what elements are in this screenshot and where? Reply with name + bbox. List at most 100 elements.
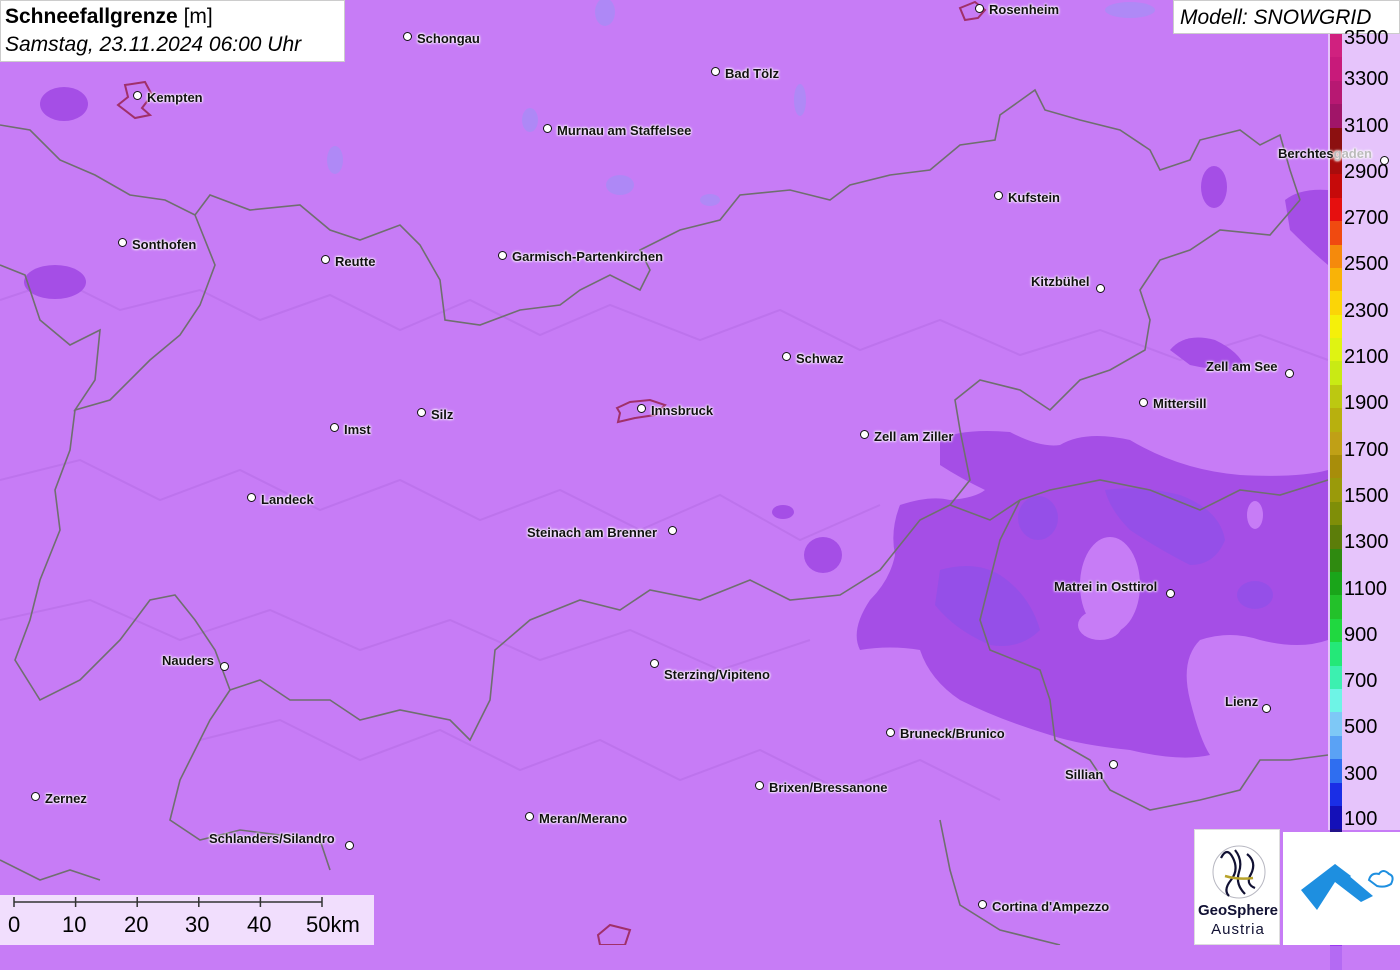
- city-marker[interactable]: [1262, 704, 1271, 713]
- geosphere-logo[interactable]: GeoSphere Austria: [1194, 829, 1280, 945]
- city-label: Cortina d'Ampezzo: [992, 899, 1110, 914]
- city-marker[interactable]: [1285, 369, 1294, 378]
- city-label: Landeck: [261, 492, 314, 507]
- city-label: Brixen/Bressanone: [769, 780, 888, 795]
- legend-label-2900: 2900: [1344, 161, 1389, 183]
- title-box: Schneefallgrenze [m] Samstag, 23.11.2024…: [0, 0, 345, 62]
- city-marker[interactable]: [417, 408, 426, 417]
- legend-label-300: 300: [1344, 763, 1378, 785]
- legend-label-700: 700: [1344, 670, 1378, 692]
- city-label: Rosenheim: [989, 2, 1060, 17]
- city-marker[interactable]: [650, 659, 659, 668]
- city-marker[interactable]: [330, 423, 339, 432]
- legend-label-3100: 3100: [1344, 115, 1389, 137]
- geosphere-country: Austria: [1211, 921, 1265, 938]
- legend-color-step: [1330, 221, 1342, 245]
- legend-label-2300: 2300: [1344, 300, 1389, 322]
- legend-color-step: [1330, 291, 1342, 315]
- city-label: Berchtesgaden: [1278, 146, 1372, 161]
- city-marker[interactable]: [403, 32, 412, 41]
- city-marker[interactable]: [1109, 760, 1118, 769]
- legend-color-step: [1330, 384, 1342, 409]
- city-label: Sonthofen: [132, 237, 197, 252]
- legend-color-step: [1330, 174, 1342, 198]
- city-marker[interactable]: [543, 124, 552, 133]
- snowgrid-logo[interactable]: [1283, 832, 1400, 945]
- city-marker[interactable]: [994, 191, 1003, 200]
- city-label: Kempten: [147, 90, 203, 105]
- legend-label-2500: 2500: [1344, 253, 1389, 275]
- city-marker[interactable]: [978, 900, 987, 909]
- legend-color-step: [1330, 548, 1342, 572]
- legend-color-step: [1330, 267, 1342, 292]
- legend-color-step: [1330, 571, 1342, 596]
- legend-label-500: 500: [1344, 716, 1378, 738]
- legend-color-step: [1330, 197, 1342, 222]
- city-marker[interactable]: [498, 251, 507, 260]
- city-label: Sillian: [1065, 767, 1104, 782]
- city-label: Reutte: [335, 254, 376, 269]
- legend-color-step: [1330, 314, 1342, 339]
- geosphere-emblem-icon: [1212, 845, 1266, 899]
- city-label: Steinach am Brenner: [527, 525, 658, 540]
- city-marker[interactable]: [118, 238, 127, 247]
- legend-label-100: 100: [1344, 808, 1378, 830]
- legend-label-1100: 1100: [1344, 578, 1388, 600]
- city-marker[interactable]: [31, 792, 40, 801]
- geosphere-name: GeoSphere: [1197, 902, 1279, 919]
- city-marker[interactable]: [755, 781, 764, 790]
- map-canvas[interactable]: [0, 0, 1400, 945]
- legend-label-2700: 2700: [1344, 207, 1389, 229]
- city-marker[interactable]: [782, 352, 791, 361]
- legend-label-3300: 3300: [1344, 68, 1389, 90]
- city-marker[interactable]: [525, 812, 534, 821]
- city-marker[interactable]: [637, 404, 646, 413]
- city-marker[interactable]: [975, 4, 984, 13]
- city-marker[interactable]: [860, 430, 869, 439]
- scale-label-20: 20: [124, 912, 149, 937]
- legend-color-step: [1330, 759, 1342, 783]
- city-label: Imst: [344, 422, 371, 437]
- city-label: Nauders: [162, 653, 215, 668]
- snow-mountain-icon: [1301, 864, 1394, 910]
- city-marker[interactable]: [321, 255, 330, 264]
- city-label: Zell am See: [1206, 359, 1278, 374]
- legend-color-step: [1330, 735, 1342, 760]
- city-label: Meran/Merano: [539, 811, 628, 826]
- city-marker[interactable]: [247, 493, 256, 502]
- city-label: Garmisch-Partenkirchen: [512, 249, 664, 264]
- city-label: Kitzbühel: [1031, 274, 1090, 289]
- city-marker[interactable]: [220, 662, 229, 671]
- legend-color-step: [1330, 946, 1342, 970]
- city-label: Mittersill: [1153, 396, 1207, 411]
- legend-color-step: [1330, 361, 1342, 385]
- city-marker[interactable]: [345, 841, 354, 850]
- city-marker[interactable]: [1096, 284, 1105, 293]
- city-marker[interactable]: [711, 67, 720, 76]
- city-marker[interactable]: [668, 526, 677, 535]
- scale-label-50km: 50km: [306, 912, 360, 937]
- legend-color-step: [1330, 665, 1342, 689]
- legend-label-1300: 1300: [1344, 531, 1389, 553]
- city-marker[interactable]: [1139, 398, 1148, 407]
- city-label: Innsbruck: [651, 403, 714, 418]
- city-label: Zell am Ziller: [874, 429, 954, 444]
- legend-label-1500: 1500: [1344, 485, 1389, 507]
- city-label: Bad Tölz: [725, 66, 780, 81]
- legend-color-step: [1330, 688, 1342, 713]
- city-marker[interactable]: [886, 728, 895, 737]
- city-marker[interactable]: [133, 91, 142, 100]
- legend-label-3500: 3500: [1344, 27, 1389, 49]
- legend-color-step: [1330, 244, 1342, 268]
- city-marker[interactable]: [1380, 156, 1389, 165]
- parameter-name: Schneefallgrenze: [5, 5, 178, 28]
- map-title: Schneefallgrenze [m]: [5, 3, 340, 31]
- city-marker[interactable]: [1166, 589, 1175, 598]
- city-label: Schlanders/Silandro: [209, 831, 335, 846]
- legend-label-1700: 1700: [1344, 439, 1389, 461]
- legend-color-step: [1330, 642, 1342, 666]
- legend-label-1900: 1900: [1344, 392, 1389, 414]
- city-label: Silz: [431, 407, 454, 422]
- city-label: Sterzing/Vipiteno: [664, 667, 770, 682]
- legend-color-step: [1330, 408, 1342, 432]
